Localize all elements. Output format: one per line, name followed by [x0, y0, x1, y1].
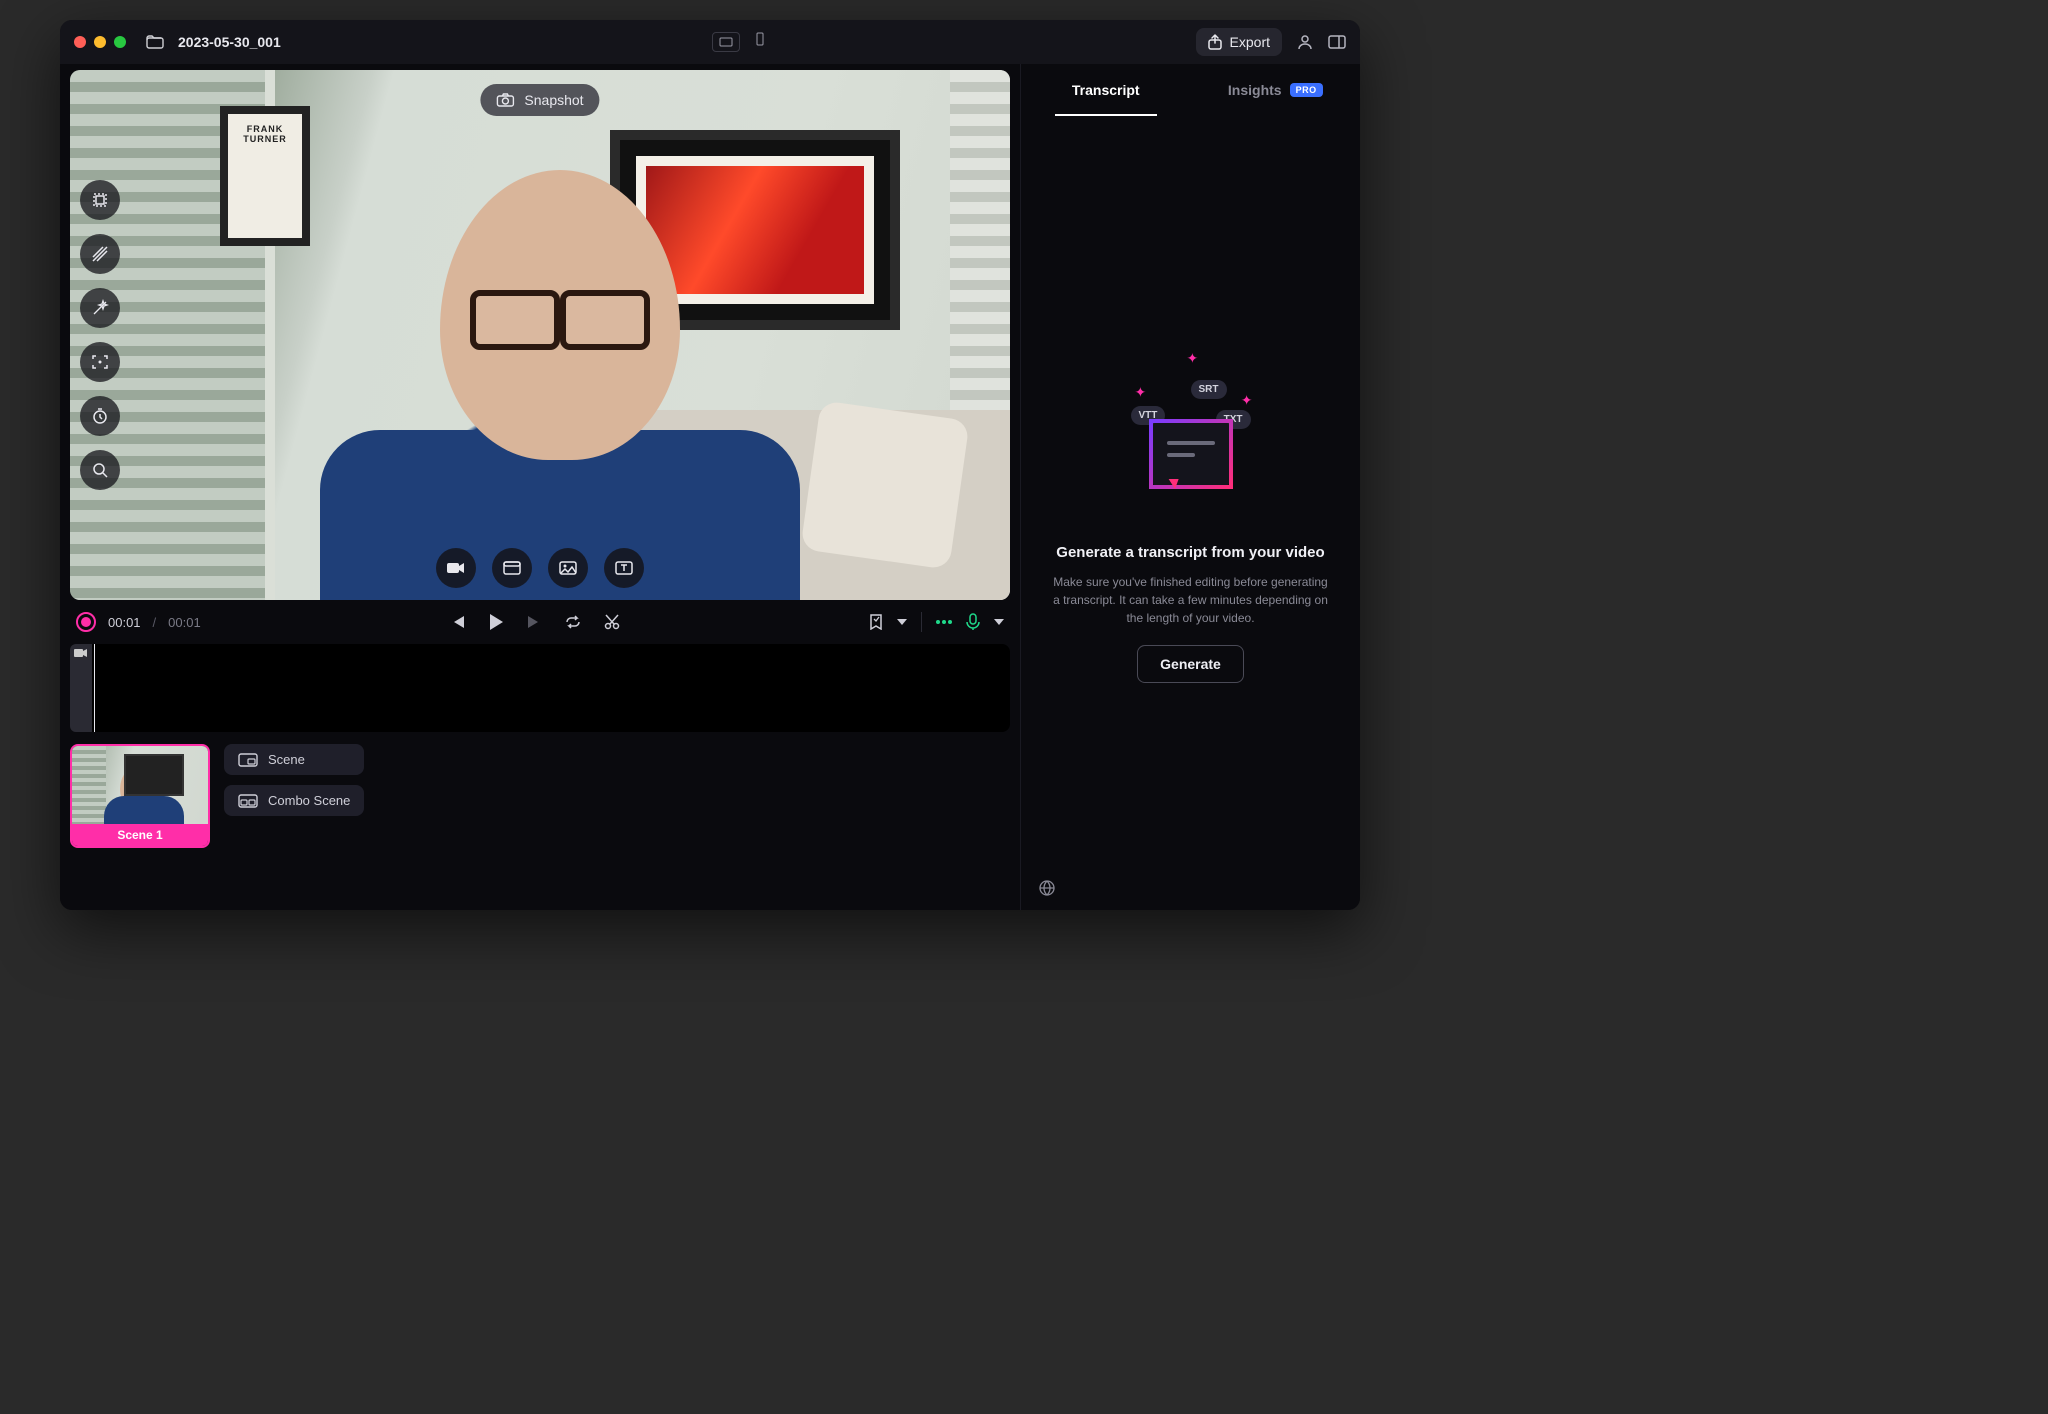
effects-tool-button[interactable] [80, 234, 120, 274]
window-controls [74, 36, 126, 48]
add-combo-scene-button[interactable]: Combo Scene [224, 785, 364, 816]
preview-pillow [800, 400, 969, 569]
globe-icon[interactable] [1039, 880, 1055, 896]
add-scene-label: Scene [268, 752, 305, 767]
skip-forward-button[interactable] [526, 615, 542, 629]
add-combo-scene-label: Combo Scene [268, 793, 350, 808]
tab-insights[interactable]: Insights PRO [1191, 64, 1361, 116]
play-button[interactable] [488, 613, 504, 631]
zoom-tool-button[interactable] [80, 450, 120, 490]
more-options-button[interactable] [936, 620, 952, 624]
window-close-button[interactable] [74, 36, 86, 48]
crop-tool-button[interactable] [80, 180, 120, 220]
camera-source-button[interactable] [436, 548, 476, 588]
sparkle-icon: ✦ [1187, 350, 1199, 367]
skip-back-button[interactable] [450, 615, 466, 629]
export-label: Export [1230, 34, 1270, 50]
magic-tool-button[interactable] [80, 288, 120, 328]
scene-thumbnail-label: Scene 1 [72, 824, 208, 846]
folder-icon[interactable] [146, 35, 164, 49]
generate-button[interactable]: Generate [1137, 645, 1244, 683]
image-source-button[interactable] [548, 548, 588, 588]
timer-tool-button[interactable] [80, 396, 120, 436]
mic-dropdown-icon[interactable] [994, 619, 1004, 625]
snapshot-button[interactable]: Snapshot [480, 84, 599, 116]
project-title: 2023-05-30_001 [178, 34, 281, 50]
titlebar: 2023-05-30_001 Export [60, 20, 1360, 64]
transcript-illustration: ✦ ✦ ✦ VTT SRT TXT [1091, 344, 1291, 524]
add-scene-button[interactable]: Scene [224, 744, 364, 775]
sidebar-toggle-icon[interactable] [1328, 35, 1346, 49]
scene-row: Scene 1 Scene Combo Scene [70, 732, 1010, 848]
chat-bubble-icon [1149, 419, 1233, 489]
titlebar-center [295, 32, 1182, 52]
bookmark-button[interactable] [869, 614, 883, 630]
loop-button[interactable] [564, 615, 582, 629]
app-window: 2023-05-30_001 Export [60, 20, 1360, 910]
editor-main: Snapshot [60, 64, 1020, 910]
transcript-heading: Generate a transcript from your video [1056, 544, 1324, 561]
layout-landscape-button[interactable] [712, 32, 740, 52]
mic-button[interactable] [966, 613, 980, 631]
playhead[interactable] [94, 644, 95, 732]
titlebar-right: Export [1196, 28, 1346, 56]
srt-pill: SRT [1191, 380, 1227, 399]
pro-badge: PRO [1290, 83, 1323, 97]
bookmark-dropdown-icon[interactable] [897, 619, 907, 625]
scene-1-thumbnail[interactable]: Scene 1 [70, 744, 210, 848]
screen-source-button[interactable] [492, 548, 532, 588]
timeline[interactable] [70, 644, 1010, 732]
sparkle-icon: ✦ [1135, 384, 1147, 401]
transcript-empty-state: ✦ ✦ ✦ VTT SRT TXT Generate a transcript … [1021, 116, 1360, 910]
preview-wall-frame-left [220, 106, 310, 246]
text-source-button[interactable] [604, 548, 644, 588]
total-time: 00:01 [168, 615, 201, 630]
side-panel: Transcript Insights PRO ✦ ✦ ✦ VTT SRT TX… [1020, 64, 1360, 910]
time-separator: / [153, 615, 157, 630]
current-time: 00:01 [108, 615, 141, 630]
preview-left-toolbar [80, 180, 120, 490]
preview-bottom-toolbar [436, 548, 644, 588]
cut-button[interactable] [604, 614, 620, 630]
tab-transcript[interactable]: Transcript [1021, 64, 1191, 116]
window-minimize-button[interactable] [94, 36, 106, 48]
focus-tool-button[interactable] [80, 342, 120, 382]
timeline-track-icon [70, 644, 92, 732]
transport-bar: 00:01 / 00:01 [70, 600, 1010, 644]
window-maximize-button[interactable] [114, 36, 126, 48]
side-tabs: Transcript Insights PRO [1021, 64, 1360, 116]
scene-thumbnail-image [72, 746, 208, 824]
record-button[interactable] [76, 612, 96, 632]
export-button[interactable]: Export [1196, 28, 1282, 56]
layout-portrait-button[interactable] [756, 32, 764, 52]
snapshot-label: Snapshot [524, 92, 583, 108]
transcript-description: Make sure you've finished editing before… [1051, 573, 1331, 627]
preview-person-glasses [470, 290, 650, 340]
scene-add-buttons: Scene Combo Scene [224, 744, 364, 816]
user-icon[interactable] [1296, 33, 1314, 51]
divider [921, 612, 922, 632]
sparkle-icon: ✦ [1241, 392, 1253, 409]
video-preview[interactable]: Snapshot [70, 70, 1010, 600]
